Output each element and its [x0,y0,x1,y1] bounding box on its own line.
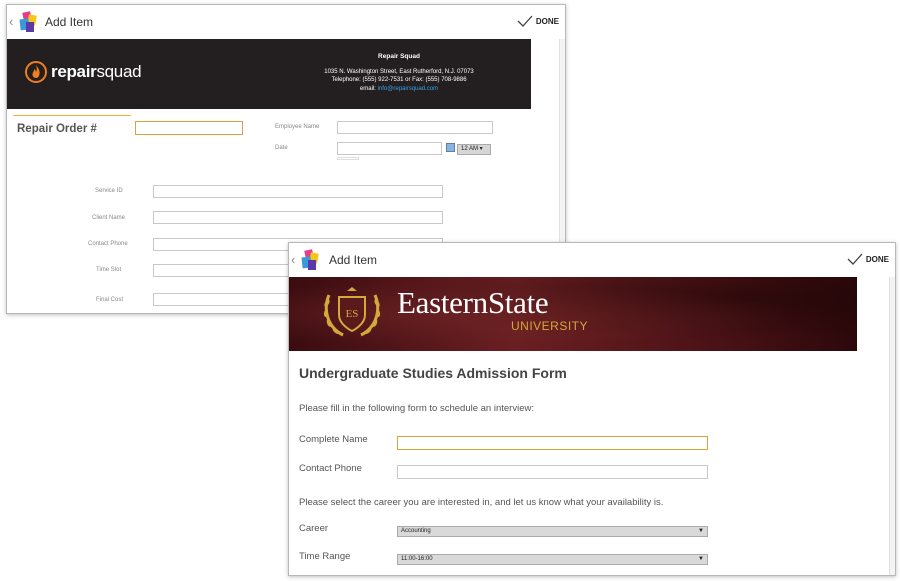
university-name: EasternState [397,285,549,320]
career-prompt: Please select the career you are interes… [299,497,664,508]
company-email: email: info@repairsquad.com [359,85,439,92]
time-range-select[interactable]: 11:00-16:00 ▼ [397,554,708,565]
dropdown-arrow-icon: ▼ [698,528,704,534]
back-chevron-icon[interactable]: ‹ [291,252,295,267]
flame-logo-icon [25,61,47,83]
app-logo-icon [301,249,319,270]
time-slot-label: Time Slot [96,267,122,273]
dropdown-arrow-icon: ▼ [698,556,704,562]
calendar-icon[interactable] [446,143,455,152]
repair-order-input[interactable] [135,121,243,135]
svg-text:ES: ES [346,308,359,320]
contact-phone-label: Contact Phone [88,241,128,247]
app-logo-icon [19,11,37,32]
back-chevron-icon[interactable]: ‹ [9,14,13,29]
service-id-input[interactable] [153,185,443,198]
section-accent-line [13,115,131,116]
complete-name-input[interactable] [397,436,708,450]
done-button[interactable]: DONE [517,15,559,27]
company-header: repairsquad Repair Squad 1035 N. Washing… [7,39,531,109]
titlebar: ‹ Add Item DONE [289,243,895,277]
university-banner: ES EasternState UNIVERSITY [289,277,857,351]
client-name-label: Client Name [92,215,126,221]
logo-wordmark: repairsquad [51,62,142,81]
client-name-input[interactable] [153,211,443,224]
company-phone: Telephone: (555) 922-7531 or Fax: (555) … [331,77,467,83]
time-select[interactable]: 12 AM ▾ [457,144,491,155]
repairsquad-logo: repairsquad [25,61,142,83]
time-range-label: Time Range [299,551,351,562]
form-title: Undergraduate Studies Admission Form [299,365,567,381]
done-label: DONE [865,254,889,264]
admission-form-window: ‹ Add Item DONE ES EasternState UNIVERSI… [288,242,896,576]
date-label: Date [275,145,288,151]
company-name: Repair Squad [378,53,420,60]
university-subtitle: UNIVERSITY [511,319,589,333]
email-link[interactable]: info@repairsquad.com [378,86,438,92]
service-id-label: Service ID [95,188,123,194]
repair-order-label: Repair Order # [17,123,97,135]
complete-name-label: Complete Name [299,434,368,445]
final-cost-label: Final Cost [96,297,124,303]
contact-phone-label: Contact Phone [299,463,362,474]
company-contact-block: Repair Squad 1035 N. Washington Street, … [299,53,499,93]
window-title: Add Item [329,253,378,267]
career-label: Career [299,523,329,534]
employee-name-label: Employee Name [275,124,320,130]
scrollbar[interactable] [889,277,895,575]
laurel-crest-icon: ES [323,287,381,337]
done-button[interactable]: DONE [847,253,889,265]
form-intro: Please fill in the following form to sch… [299,403,534,414]
date-input[interactable] [337,142,442,155]
checkmark-icon [517,15,533,27]
titlebar: ‹ Add Item DONE [7,5,565,39]
date-underline [337,157,359,160]
career-select[interactable]: Accounting ▼ [397,526,708,537]
done-label: DONE [535,16,559,26]
checkmark-icon [847,253,863,265]
company-address: 1035 N. Washington Street, East Rutherfo… [324,68,474,75]
contact-phone-input[interactable] [397,465,708,479]
employee-name-input[interactable] [337,121,493,134]
window-title: Add Item [45,15,94,29]
